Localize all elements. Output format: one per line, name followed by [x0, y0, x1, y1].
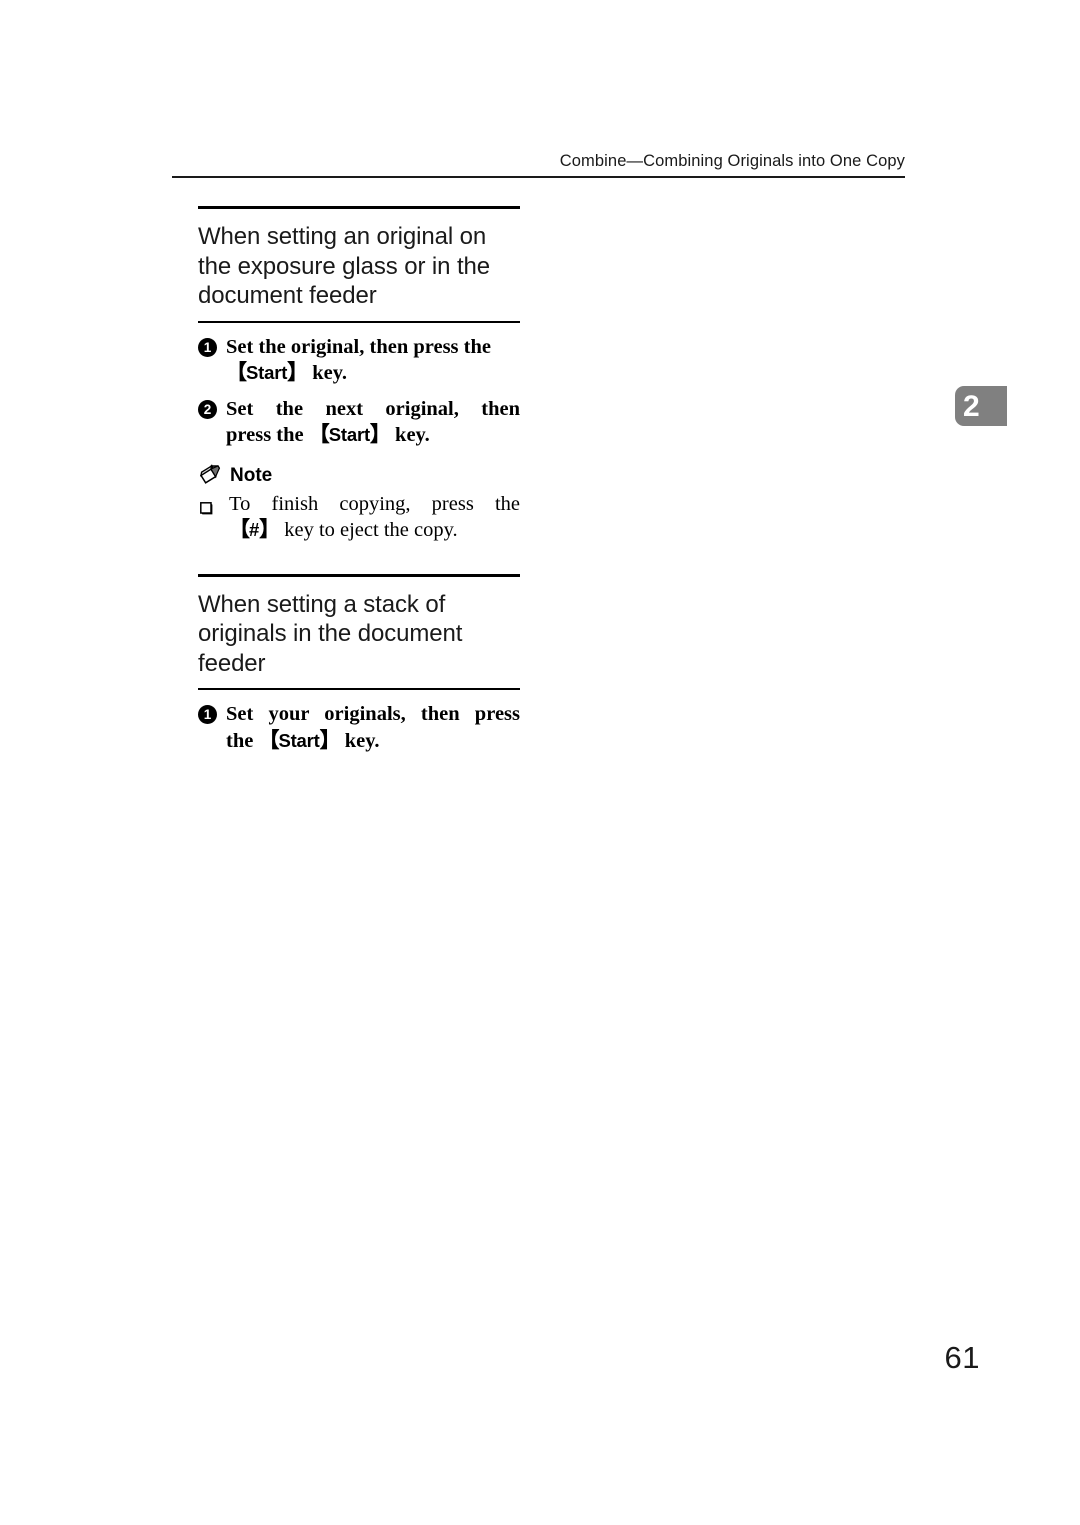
step-text: Set your originals, then press the 【Star…	[226, 702, 520, 754]
bracket-close: 】	[369, 423, 391, 446]
step-line: Set your originals, then press	[226, 703, 520, 725]
chapter-tab: 2	[955, 386, 1007, 426]
key-label: Start	[246, 362, 288, 383]
section-heading: When setting a stack of originals in the…	[198, 590, 463, 677]
key-label: Start	[278, 729, 320, 751]
note-item-list: To finish copying, press the 【#】 key to …	[198, 492, 520, 544]
section-block-1: When setting an original on the exposure…	[198, 206, 520, 544]
section-rule-bottom	[198, 688, 520, 690]
section-heading: When setting an original on the exposure…	[198, 223, 491, 309]
header-rule	[172, 176, 905, 178]
step-line: 【Start】 key.	[226, 360, 520, 387]
step-list: 1 Set your originals, then press the 【St…	[198, 702, 520, 754]
note-line: 【#】 key to eject the copy.	[229, 517, 520, 544]
note-title-label: Note	[230, 464, 273, 486]
step-number: 1	[198, 705, 217, 724]
step-number: 2	[198, 399, 217, 419]
step-line-head: the	[226, 729, 259, 752]
running-header: Combine—Combining Originals into One Cop…	[559, 152, 905, 170]
note-title: Note	[198, 463, 520, 487]
bracket-close: 】	[259, 518, 280, 541]
key-label: #	[249, 519, 260, 540]
step-line: Set the next original, then	[226, 397, 520, 420]
step-number: 1	[198, 337, 217, 357]
bracket-open: 【	[258, 728, 279, 752]
start-key-token: 【Start】	[226, 361, 308, 384]
page-number: 61	[944, 1340, 980, 1375]
content-column: When setting an original on the exposure…	[198, 206, 520, 754]
step-line: press the 【Start】 key.	[226, 422, 520, 449]
note-block: Note To finish copying, press the 【#】 ke…	[198, 463, 520, 544]
section-rule-bottom	[198, 320, 520, 323]
step-list: 1 Set the original, then press the 【Star…	[198, 335, 520, 449]
step-line: Set the original, then press the	[226, 335, 491, 358]
pencil-icon	[199, 463, 225, 485]
step-line-tail: key.	[389, 424, 430, 446]
step-item: 2 Set the next original, then press the …	[198, 397, 520, 449]
start-key-token: 【Start】	[308, 423, 391, 446]
hash-key-token: 【#】	[229, 518, 280, 541]
bracket-open: 【	[229, 518, 250, 541]
chapter-tab-number: 2	[963, 390, 980, 423]
step-line: the 【Start】 key.	[226, 728, 520, 755]
start-key-token: 【Start】	[258, 728, 341, 752]
step-line-tail: key.	[339, 729, 380, 752]
note-line-tail: key to eject the copy.	[279, 519, 458, 541]
note-line: To finish copying, press the	[229, 492, 520, 515]
bracket-open: 【	[308, 423, 330, 446]
step-item: 1 Set the original, then press the 【Star…	[198, 335, 520, 387]
key-label: Start	[328, 424, 370, 445]
step-item: 1 Set your originals, then press the 【St…	[198, 702, 520, 754]
document-page: Combine—Combining Originals into One Cop…	[0, 0, 1080, 1525]
hollow-square-bullet-icon	[200, 497, 213, 514]
bracket-close: 】	[287, 361, 308, 384]
step-text: Set the original, then press the 【Start】…	[226, 335, 520, 387]
bracket-open: 【	[226, 361, 247, 384]
step-line-tail: key.	[307, 362, 348, 384]
step-line-head: press the	[226, 424, 309, 446]
note-item: To finish copying, press the 【#】 key to …	[198, 492, 520, 544]
section-block-2: When setting a stack of originals in the…	[198, 573, 520, 755]
step-text: Set the next original, then press the 【S…	[226, 397, 520, 449]
bracket-close: 】	[319, 728, 341, 752]
